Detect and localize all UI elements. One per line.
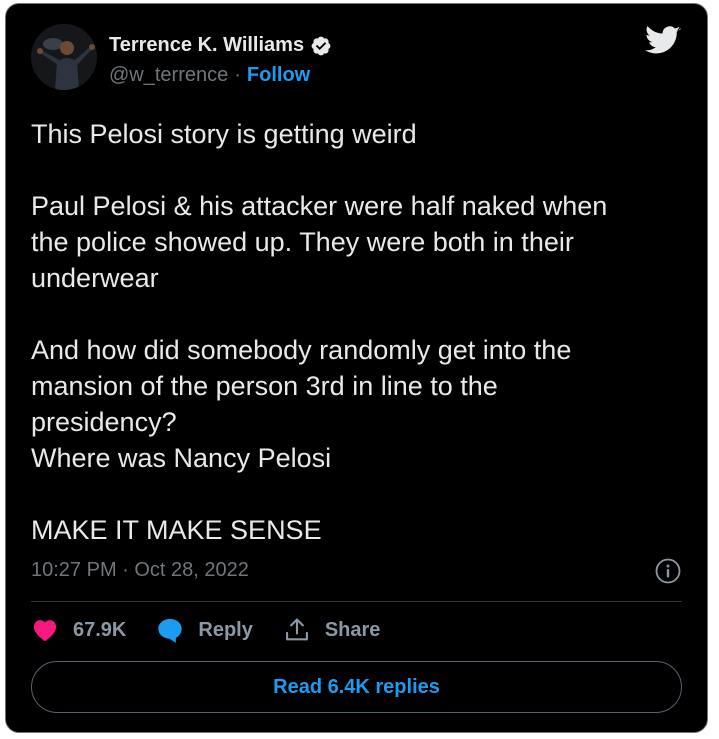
tweet-text: This Pelosi story is getting weird Paul … (31, 116, 691, 548)
tweet-line: presidency? (31, 407, 177, 437)
twitter-bird-icon[interactable] (645, 26, 681, 56)
tweet-line: MAKE IT MAKE SENSE (31, 515, 322, 545)
like-count: 67.9K (73, 618, 127, 641)
divider (31, 601, 682, 602)
reply-label: Reply (198, 618, 253, 641)
separator-dot: · (234, 64, 241, 86)
tweet-line: mansion of the person 3rd in line to the (31, 371, 498, 401)
verified-badge-icon (311, 36, 331, 55)
author-handle[interactable]: @w_terrence (109, 64, 228, 87)
author-name[interactable]: Terrence K. Williams (109, 34, 304, 57)
tweet-line: This Pelosi story is getting weird (31, 119, 417, 149)
tweet-line: Paul Pelosi & his attacker were half nak… (31, 191, 608, 221)
tweet-line: And how did somebody randomly get into t… (31, 335, 572, 365)
action-bar: 67.9K Reply Share (31, 616, 410, 644)
tweet-line: underwear (31, 263, 159, 293)
like-button[interactable]: 67.9K (31, 616, 126, 644)
reply-bubble-icon (158, 618, 183, 643)
avatar[interactable] (31, 24, 97, 90)
tweet-timestamp[interactable]: 10:27 PM · Oct 28, 2022 (31, 559, 249, 582)
info-icon[interactable] (655, 558, 681, 584)
tweet-line: Where was Nancy Pelosi (31, 443, 332, 473)
share-icon (285, 618, 308, 641)
share-button[interactable]: Share (283, 616, 381, 644)
reply-button[interactable]: Reply (156, 616, 253, 644)
share-label: Share (324, 618, 381, 641)
heart-icon (33, 620, 57, 642)
handle-row: @w_terrence · Follow (109, 64, 310, 87)
read-replies-button[interactable]: Read 6.4K replies (31, 661, 682, 713)
tweet-line: the police showed up. They were both in … (31, 227, 574, 257)
author-name-row: Terrence K. Williams (109, 34, 332, 57)
follow-button[interactable]: Follow (247, 64, 310, 87)
tweet-card: Terrence K. Williams @w_terrence · Follo… (5, 3, 708, 733)
